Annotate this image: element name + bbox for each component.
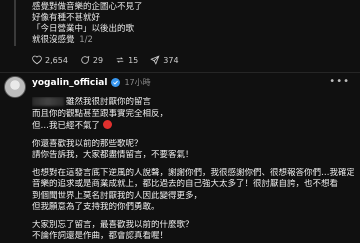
repost-button[interactable]: 15: [115, 55, 138, 65]
like-count: 2,654: [45, 55, 68, 65]
username[interactable]: yogalin_official: [32, 78, 107, 88]
reply-line: 而且你的觀點甚至跟事實完全相反，: [32, 108, 169, 119]
comment-count: 29: [92, 55, 104, 65]
reply-header: yogalin_official 17小時: [32, 77, 151, 88]
share-button[interactable]: 374: [150, 55, 179, 65]
thread-connector-line: [14, 0, 16, 46]
reply-line: 大家別忘了留言，最喜歡我以前的什麼歌？: [32, 219, 194, 230]
verified-badge-icon: [111, 78, 121, 87]
post-time: 17小時: [124, 78, 151, 87]
reply-line: 音樂的追求或是商業成就上，都比過去的自己強大太多了！很討厭自誇，也不想看: [32, 179, 339, 189]
repost-count: 15: [128, 55, 139, 65]
reply-line: 請你告訴我，大家都盡情留言，不要客氣！: [32, 150, 194, 160]
send-icon: [150, 55, 160, 65]
reply-line: 但我願意為了支持我的你們勇敢。: [32, 202, 160, 212]
blurred-mention: [32, 97, 64, 106]
post-actions-bar: 2,654 29 15 374: [32, 55, 179, 65]
post-divider: [0, 72, 360, 73]
comment-icon: [81, 55, 90, 64]
reply-line: 雖然我很討厭你的留言: [66, 97, 152, 107]
repost-icon: [116, 57, 124, 63]
avatar[interactable]: [4, 76, 26, 98]
post-line: 好像有種不甚就好: [32, 13, 101, 23]
post-line: 「今日營業中」以後出的歌: [32, 24, 135, 34]
like-button[interactable]: 2,654: [32, 55, 68, 65]
reply-line: 但…我已經不氣了: [32, 121, 101, 131]
comment-button[interactable]: 29: [80, 55, 103, 65]
reply-body: 雖然我很討厭你的留言 而且你的觀點甚至跟事實完全相反， 但…我已經不氣了 你還喜…: [32, 97, 354, 243]
reply-line: 也想對在這發言底下逆風的人說聲，謝謝你們，我很感謝你們、很想報答你們…我確定，不…: [32, 167, 354, 178]
reply-line: 到個聞世界上莫名討厭我的人因此變得更多，: [32, 190, 203, 201]
previous-post-text: 感覺對做音樂的企圖心不見了 好像有種不甚就好 「今日營業中」以後出的歌 就很沒感…: [32, 2, 352, 46]
post-line: 就很沒感覺: [32, 35, 75, 45]
share-count: 374: [163, 55, 179, 65]
page-indicator: 1/2: [79, 35, 93, 45]
heart-icon: [32, 55, 42, 65]
reply-line: 不論作詞還是作曲，都會認真看喔！: [32, 231, 169, 241]
pouting-face-icon: [102, 120, 112, 129]
more-options-icon[interactable]: •••: [329, 76, 350, 87]
reply-line: 你還喜歡我以前的那些歌呢？: [32, 138, 143, 149]
post-line: 感覺對做音樂的企圖心不見了: [32, 2, 143, 12]
